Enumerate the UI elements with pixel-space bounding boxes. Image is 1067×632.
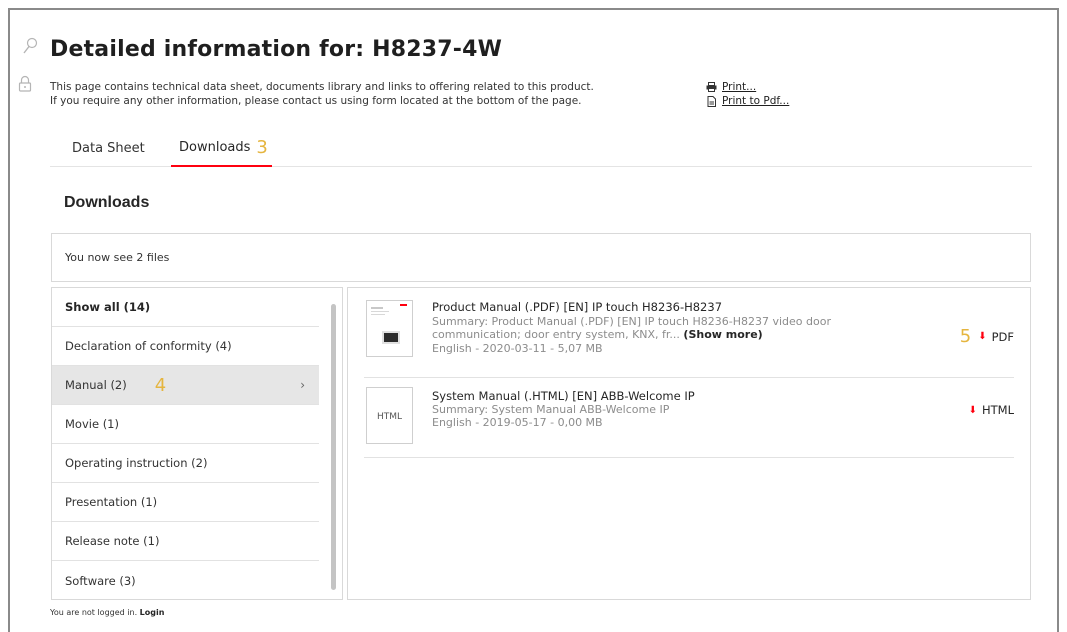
- printer-icon: [706, 82, 717, 92]
- show-more-link[interactable]: (Show more): [683, 328, 762, 341]
- download-format-label: HTML: [981, 403, 1014, 417]
- file-list: Product Manual (.PDF) [EN] IP touch H823…: [347, 287, 1031, 600]
- download-format-label: PDF: [991, 329, 1014, 344]
- thumbnail-text-line: [371, 307, 383, 309]
- description-line-2: If you require any other information, pl…: [50, 95, 582, 107]
- annotation-marker-5: 5: [959, 326, 972, 347]
- print-label[interactable]: Print...: [722, 80, 756, 94]
- category-label: Release note (1): [65, 534, 160, 548]
- category-label: Presentation (1): [65, 495, 158, 509]
- category-item-manual[interactable]: Manual (2) 4 ›: [52, 366, 319, 405]
- download-arrow-icon: ⬇: [968, 404, 977, 416]
- category-item-show-all[interactable]: Show all (14): [52, 288, 319, 327]
- tab-data-sheet[interactable]: Data Sheet: [72, 130, 145, 167]
- file-count-box: You now see 2 files: [51, 233, 1031, 282]
- file-item-product-manual: Product Manual (.PDF) [EN] IP touch H823…: [364, 297, 1014, 378]
- login-status-text: You are not logged in.: [50, 608, 138, 617]
- category-label: Show all (14): [65, 300, 151, 314]
- thumbnail-text-line: [371, 311, 389, 312]
- page-title: Detailed information for: H8237-4W: [50, 37, 503, 62]
- download-html-button[interactable]: ⬇ HTML: [969, 403, 1014, 417]
- thumbnail-text-line: [371, 314, 385, 315]
- tab-downloads-label: Downloads: [179, 140, 251, 155]
- print-link[interactable]: Print...: [706, 80, 789, 94]
- login-link[interactable]: Login: [140, 608, 165, 617]
- tab-data-sheet-label: Data Sheet: [72, 141, 145, 156]
- file-item-system-manual: HTML System Manual (.HTML) [EN] ABB-Welc…: [364, 378, 1014, 458]
- annotation-marker-3: 3: [256, 137, 268, 158]
- lock-icon: [18, 75, 32, 93]
- file-summary-text: Summary: System Manual ABB-Welcome IP: [432, 403, 670, 416]
- thumbnail-device-image: [382, 331, 400, 344]
- pdf-document-icon: [707, 95, 716, 107]
- page-description: This page contains technical data sheet,…: [50, 80, 594, 108]
- download-arrow-icon: ⬇: [978, 331, 987, 342]
- download-pdf-button[interactable]: 5 ⬇ PDF: [960, 326, 1014, 347]
- category-item-release-note[interactable]: Release note (1): [52, 522, 319, 561]
- category-item-software[interactable]: Software (3): [52, 561, 319, 599]
- category-label: Software (3): [65, 573, 136, 588]
- print-to-pdf-label[interactable]: Print to Pdf...: [722, 94, 789, 108]
- thumbnail-brand-mark: [400, 304, 407, 306]
- tab-downloads[interactable]: Downloads 3: [171, 130, 272, 167]
- category-item-declaration-of-conformity[interactable]: Declaration of conformity (4): [52, 327, 319, 366]
- category-item-presentation[interactable]: Presentation (1): [52, 483, 319, 522]
- thumbnail-html-text: HTML: [376, 412, 403, 422]
- file-summary: Summary: Product Manual (.PDF) [EN] IP t…: [432, 315, 902, 341]
- file-summary: Summary: System Manual ABB-Welcome IP: [432, 403, 902, 416]
- file-meta: English - 2019-05-17 - 0,00 MB: [432, 416, 603, 429]
- file-title[interactable]: Product Manual (.PDF) [EN] IP touch H823…: [432, 300, 722, 314]
- category-item-operating-instruction[interactable]: Operating instruction (2): [52, 444, 319, 483]
- category-label: Operating instruction (2): [65, 456, 208, 470]
- file-count-text: You now see 2 files: [65, 251, 170, 264]
- downloads-section-title: Downloads: [64, 194, 150, 211]
- annotation-marker-4: 4: [154, 374, 167, 396]
- category-label: Manual (2): [65, 378, 127, 392]
- category-scrollbar[interactable]: [331, 304, 336, 590]
- print-to-pdf-link[interactable]: Print to Pdf...: [706, 94, 789, 108]
- file-meta: English - 2020-03-11 - 5,07 MB: [432, 342, 603, 355]
- description-line-1: This page contains technical data sheet,…: [50, 81, 594, 93]
- login-status: You are not logged in. Login: [50, 608, 164, 617]
- search-icon: [22, 37, 38, 55]
- print-links: Print... Print to Pdf...: [706, 80, 789, 108]
- chevron-right-icon: ›: [300, 378, 305, 392]
- category-filter-list: Show all (14) Declaration of conformity …: [51, 287, 343, 600]
- file-title[interactable]: System Manual (.HTML) [EN] ABB-Welcome I…: [432, 389, 695, 403]
- tab-bar: Data Sheet Downloads 3: [50, 130, 1032, 167]
- category-label: Movie (1): [65, 417, 119, 431]
- file-thumbnail-html[interactable]: HTML: [366, 387, 413, 444]
- category-label: Declaration of conformity (4): [65, 339, 232, 353]
- file-thumbnail-pdf[interactable]: [366, 300, 413, 357]
- category-item-movie[interactable]: Movie (1): [52, 405, 319, 444]
- file-summary-text: Summary: Product Manual (.PDF) [EN] IP t…: [432, 315, 831, 341]
